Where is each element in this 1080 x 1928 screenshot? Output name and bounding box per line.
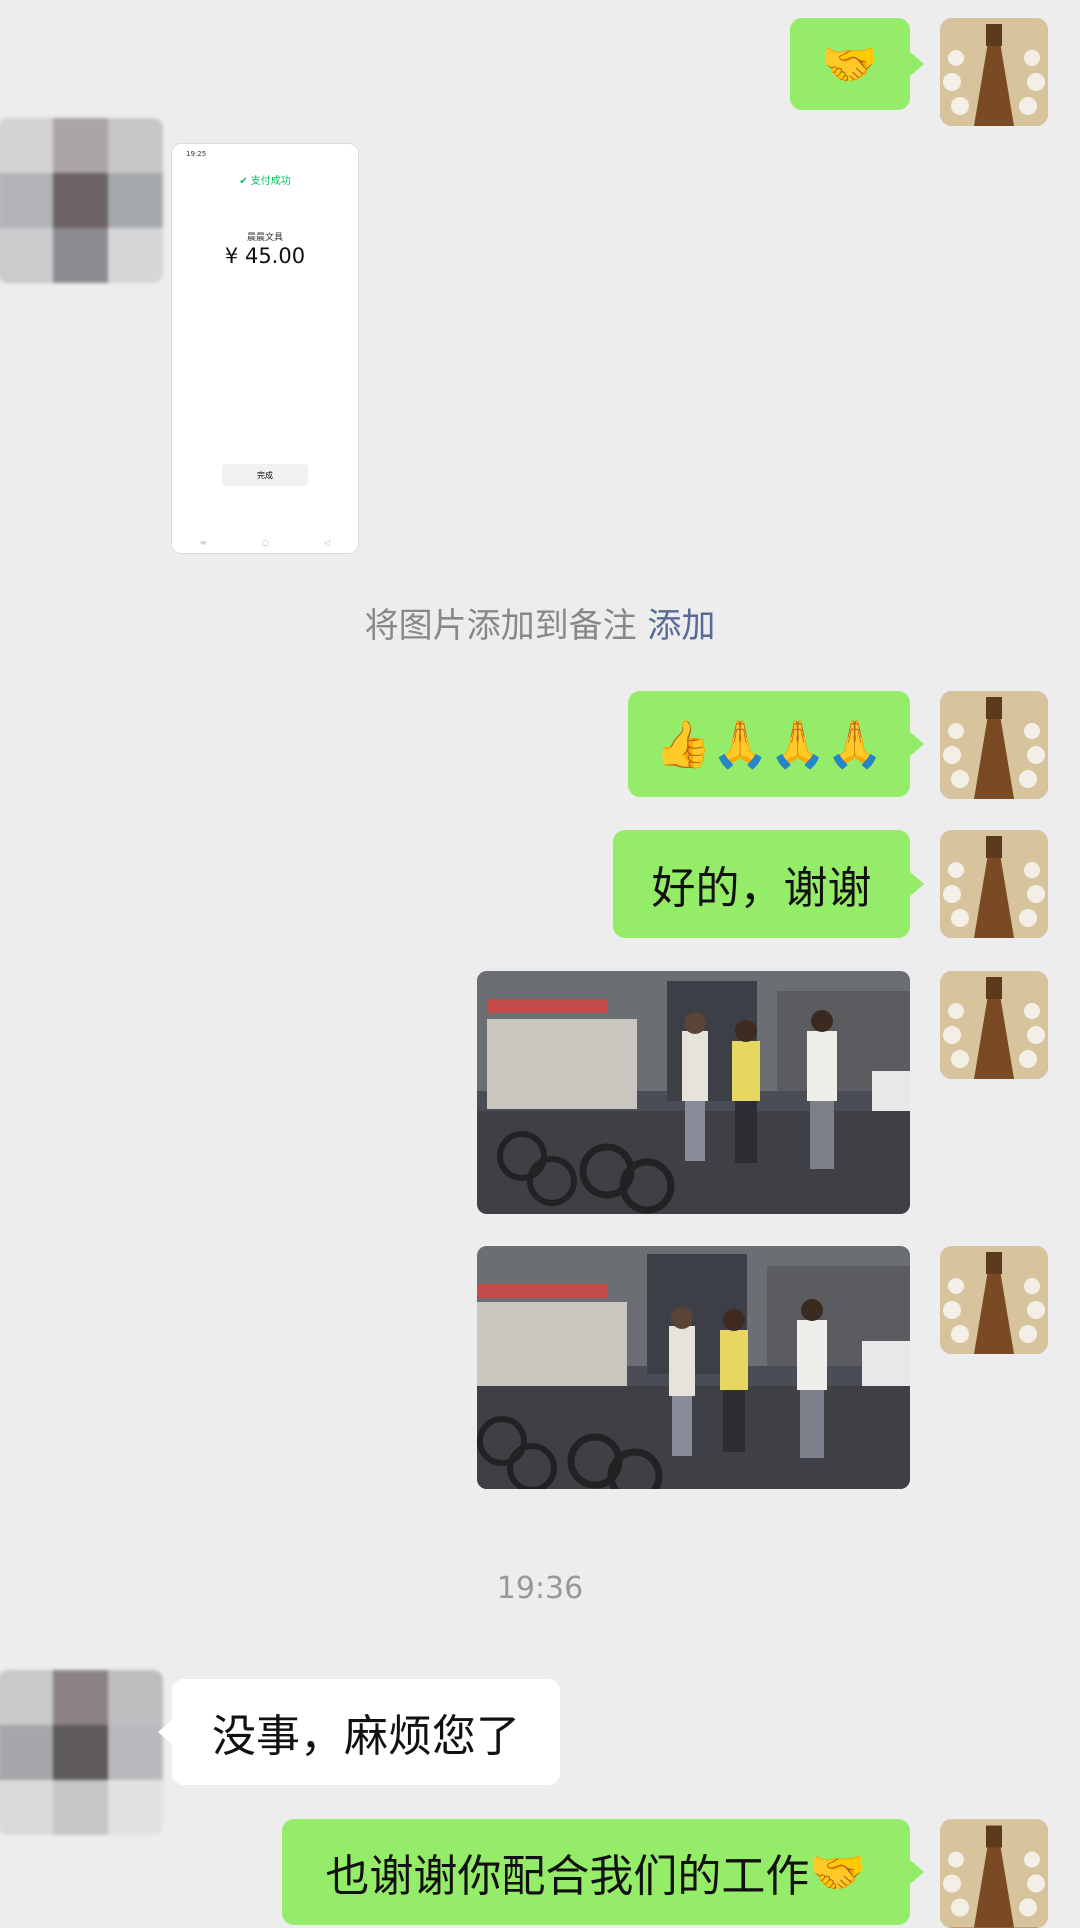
message-text: 好的，谢谢 [651,863,872,914]
menu-icon: ≡ [199,538,207,547]
add-note-link[interactable]: 添加 [647,606,715,646]
payment-success-row: ✔ 支付成功 [172,172,358,187]
handshake-emoji: 🤝 [821,37,879,91]
payment-amount: ¥ 45.00 [224,244,306,268]
contact-avatar[interactable] [0,1670,163,1835]
message-text: 也谢谢你配合我们的工作 [325,1851,810,1902]
photo-message-1[interactable] [477,971,910,1214]
self-avatar-image [940,18,1048,126]
photo-message-2[interactable] [477,1246,910,1489]
home-icon: ○ [261,538,269,547]
status-bar-time: 19:25 [186,150,207,158]
self-avatar[interactable] [940,1246,1048,1354]
contact-avatar[interactable] [0,118,163,283]
message-bubble-thanks[interactable]: 好的，谢谢 [613,830,924,938]
self-avatar[interactable] [940,691,1048,799]
check-icon: ✔ [239,176,248,187]
handshake-emoji: 🤝 [809,1845,867,1899]
self-avatar[interactable] [940,971,1048,1079]
message-text: 没事，麻烦您了 [212,1711,520,1762]
self-avatar[interactable] [940,1819,1048,1928]
message-bubble-reply[interactable]: 没事，麻烦您了 [158,1679,560,1785]
timestamp: 19:36 [496,1571,584,1606]
merchant-name: 晨晨文具 [246,233,283,243]
self-avatar-image [940,830,1048,938]
photo-image [477,1246,910,1489]
self-avatar-image [940,1819,1048,1928]
message-bubble-cooperation[interactable]: 也谢谢你配合我们的工作 🤝 [282,1819,924,1925]
photo-image [477,971,910,1214]
self-avatar-image [940,971,1048,1079]
nav-bar: ≡ ○ ◁ [172,538,358,547]
add-image-note-notice: 将图片添加到备注 添加 [0,598,1080,647]
thumbs-up-praying-emojis: 👍🙏🙏🙏 [654,717,884,771]
payment-success-label: 支付成功 [250,176,291,187]
back-icon: ◁ [324,538,331,547]
self-avatar-image [940,1246,1048,1354]
self-avatar-image [940,691,1048,799]
done-button: 完成 [222,464,308,486]
note-hint-text: 将图片添加到备注 [364,606,637,646]
message-bubble-handshake[interactable]: 🤝 [790,18,924,110]
self-avatar[interactable] [940,830,1048,938]
payment-screenshot[interactable]: 19:25 ✔ 支付成功 晨晨文具 ¥ 45.00 完成 ≡ ○ ◁ [171,143,359,554]
self-avatar[interactable] [940,18,1048,126]
message-bubble-emojis[interactable]: 👍🙏🙏🙏 [628,691,924,797]
